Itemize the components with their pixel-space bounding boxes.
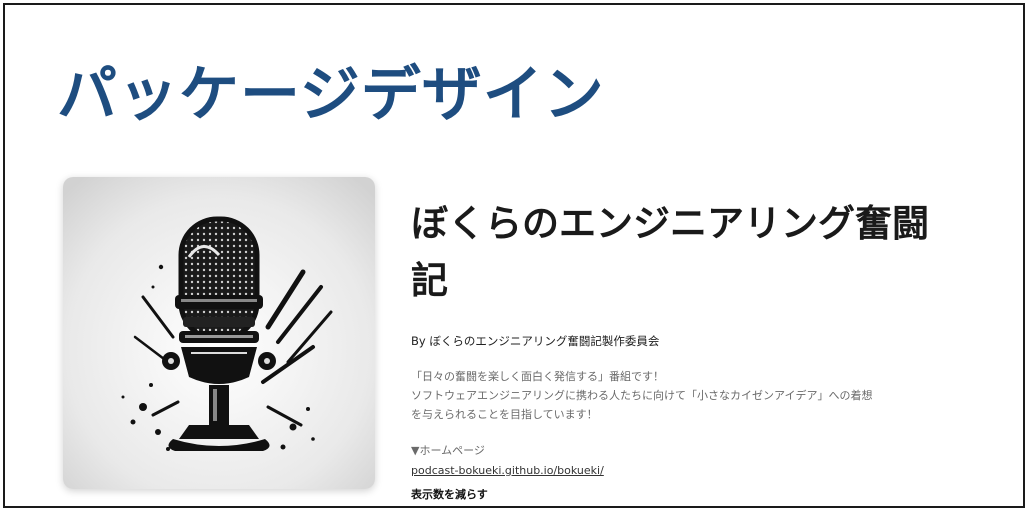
podcast-author[interactable]: By ぼくらのエンジニアリング奮闘記製作委員会 <box>411 333 1011 349</box>
podcast-description: 「日々の奮闘を楽しく面白く発信する」番組です！ ソフトウェアエンジニアリングに携… <box>411 367 1011 424</box>
slide-frame: パッケージデザイン ぼくらのエンジニアリング奮闘記 By ぼくらのエンジニアリン… <box>3 3 1025 508</box>
description-line: を与えられることを目指しています！ <box>411 408 598 421</box>
homepage-link[interactable]: podcast-bokueki.github.io/bokueki/ <box>411 463 604 479</box>
show-less-button[interactable]: 表示数を減らす <box>411 487 1011 503</box>
description-line: 「日々の奮闘を楽しく面白く発信する」番組です！ <box>411 370 664 383</box>
microphone-icon <box>63 177 375 489</box>
podcast-info: ぼくらのエンジニアリング奮闘記 By ぼくらのエンジニアリング奮闘記製作委員会 … <box>411 195 1011 503</box>
podcast-cover-art[interactable] <box>63 177 375 489</box>
slide-title: パッケージデザイン <box>57 60 605 130</box>
homepage-label: ▼ホームページ <box>411 444 485 457</box>
description-line: ソフトウェアエンジニアリングに携わる人たちに向けて「小さなカイゼンアイデア」への… <box>411 389 873 402</box>
podcast-title: ぼくらのエンジニアリング奮闘記 <box>411 202 929 302</box>
